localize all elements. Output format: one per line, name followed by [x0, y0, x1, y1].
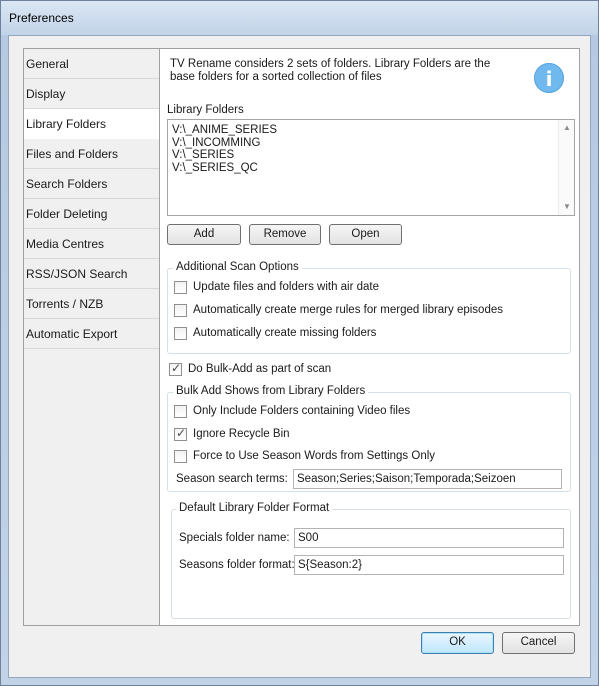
remove-button[interactable]: Remove	[249, 224, 321, 245]
nav-item-folder-deleting[interactable]: Folder Deleting	[24, 199, 166, 229]
season-search-terms-label: Season search terms:	[176, 473, 288, 485]
list-item[interactable]: V:\_INCOMMING	[168, 137, 277, 150]
client-area: General Display Library Folders Files an…	[8, 35, 591, 678]
preferences-nav: General Display Library Folders Files an…	[23, 48, 167, 626]
checkbox-label: Only Include Folders containing Video fi…	[193, 405, 411, 417]
info-text-line-2: base folders for a sorted collection of …	[170, 71, 382, 83]
checkbox-box[interactable]	[174, 304, 187, 317]
info-text-line-1: TV Rename considers 2 sets of folders. L…	[170, 58, 491, 70]
nav-item-torrents-nzb[interactable]: Torrents / NZB	[24, 289, 166, 319]
checkbox-label: Update files and folders with air date	[193, 281, 380, 293]
checkbox-box[interactable]: ✓	[169, 361, 182, 376]
nav-item-rss-json-search[interactable]: RSS/JSON Search	[24, 259, 166, 289]
cancel-button[interactable]: Cancel	[502, 632, 575, 654]
seasons-folder-input[interactable]: S{Season:2}	[294, 555, 564, 575]
season-search-terms-input[interactable]: Season;Series;Saison;Temporada;Seizoen	[293, 469, 562, 489]
nav-item-display[interactable]: Display	[24, 79, 166, 109]
nav-item-files-and-folders[interactable]: Files and Folders	[24, 139, 166, 169]
scroll-up-arrow-icon[interactable]: ▲	[559, 120, 575, 136]
library-folders-label: Library Folders	[167, 104, 244, 116]
default-folder-format-title: Default Library Folder Format	[176, 502, 333, 514]
checkbox-label: Do Bulk-Add as part of scan	[188, 363, 332, 375]
nav-item-search-folders[interactable]: Search Folders	[24, 169, 166, 199]
list-item[interactable]: V:\_ANIME_SERIES	[168, 124, 277, 137]
checkmark-icon: ✓	[170, 361, 182, 375]
checkbox-label: Automatically create missing folders	[193, 327, 377, 339]
open-button[interactable]: Open	[329, 224, 402, 245]
library-folders-rows: V:\_ANIME_SERIES V:\_INCOMMING V:\_SERIE…	[168, 124, 277, 174]
checkbox-label: Force to Use Season Words from Settings …	[193, 450, 436, 462]
info-text: TV Rename considers 2 sets of folders. L…	[170, 58, 500, 84]
scroll-down-arrow-icon[interactable]: ▼	[559, 199, 575, 215]
nav-item-media-centres[interactable]: Media Centres	[24, 229, 166, 259]
list-item[interactable]: V:\_SERIES_QC	[168, 162, 277, 175]
checkbox-label: Automatically create merge rules for mer…	[193, 304, 503, 316]
additional-scan-options-title: Additional Scan Options	[173, 261, 302, 273]
checkmark-icon: ✓	[175, 426, 187, 440]
checkbox-box[interactable]	[174, 450, 187, 463]
ok-button[interactable]: OK	[421, 632, 494, 654]
vertical-scrollbar[interactable]: ▲ ▼	[558, 120, 574, 215]
preferences-window: Preferences General Display Library Fold…	[0, 0, 599, 686]
info-icon-glyph: i	[545, 67, 553, 91]
checkbox-box[interactable]	[174, 281, 187, 294]
checkbox-box[interactable]	[174, 405, 187, 418]
window-title: Preferences	[9, 11, 74, 25]
seasons-folder-label: Seasons folder format:	[179, 559, 295, 571]
list-item[interactable]: V:\_SERIES	[168, 149, 277, 162]
title-bar[interactable]: Preferences	[1, 1, 598, 35]
library-folders-list[interactable]: V:\_ANIME_SERIES V:\_INCOMMING V:\_SERIE…	[167, 119, 575, 216]
nav-item-library-folders[interactable]: Library Folders	[24, 109, 167, 139]
checkbox-box[interactable]: ✓	[174, 426, 187, 441]
library-folders-panel: TV Rename considers 2 sets of folders. L…	[159, 48, 580, 626]
specials-folder-input[interactable]: S00	[294, 528, 564, 548]
specials-folder-label: Specials folder name:	[179, 532, 290, 544]
checkbox-box[interactable]	[174, 327, 187, 340]
bulk-add-shows-title: Bulk Add Shows from Library Folders	[173, 385, 369, 397]
nav-item-automatic-export[interactable]: Automatic Export	[24, 319, 166, 349]
info-icon: i	[534, 63, 564, 93]
checkbox-label: Ignore Recycle Bin	[193, 428, 290, 440]
add-button[interactable]: Add	[167, 224, 241, 245]
nav-item-general[interactable]: General	[24, 49, 166, 79]
